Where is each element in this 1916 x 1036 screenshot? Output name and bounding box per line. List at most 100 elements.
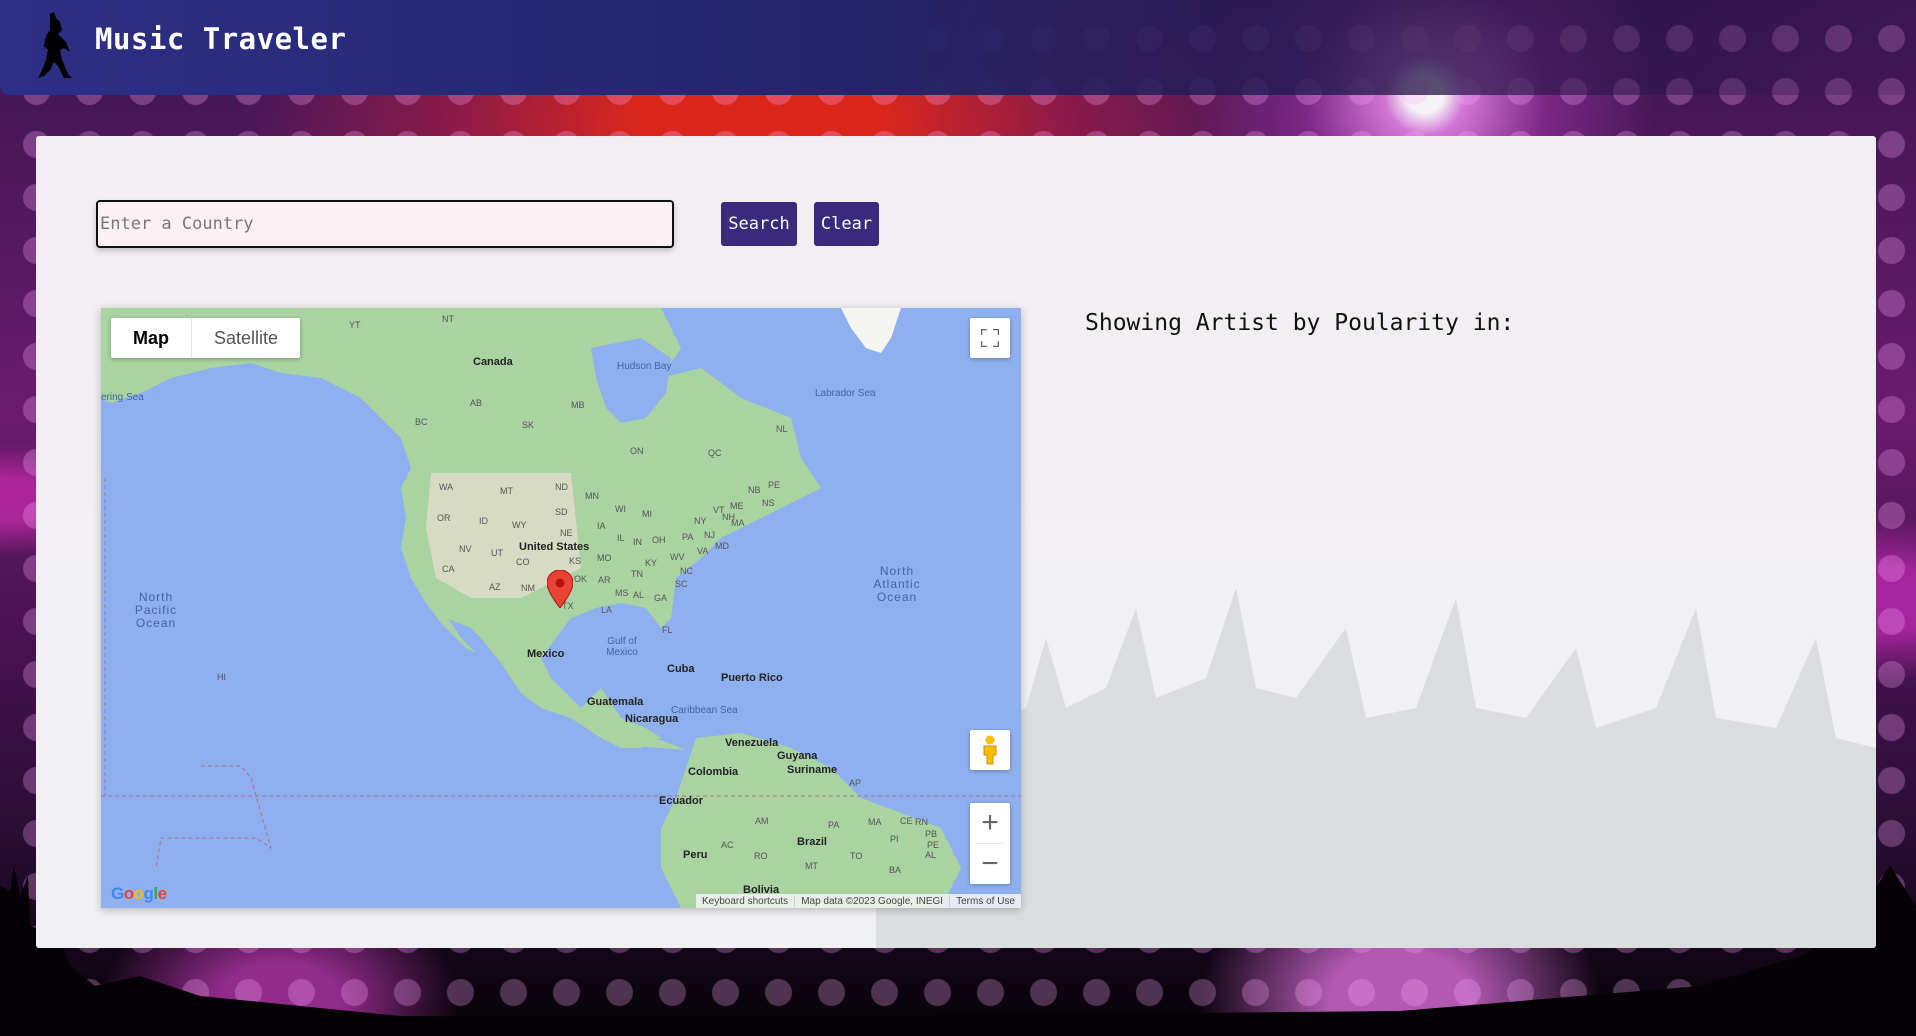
map-region-label: RO — [754, 851, 768, 861]
map-region-label: AC — [721, 840, 734, 850]
map-region-label: CE — [900, 816, 913, 826]
map-attribution: Keyboard shortcuts Map data ©2023 Google… — [696, 894, 1021, 908]
zoom-in-button[interactable]: + — [970, 803, 1010, 843]
results-heading: Showing Artist by Poularity in: — [1085, 310, 1515, 336]
map-region-label: NL — [776, 424, 788, 434]
google-map[interactable]: Canada United States Mexico Cuba Puerto … — [101, 308, 1021, 908]
map-region-label: NV — [459, 544, 472, 554]
map-region-label: AZ — [489, 582, 501, 592]
map-region-label: GA — [654, 593, 668, 603]
map-region-label: PA — [828, 820, 840, 830]
map-label-caribbean-sea: Caribbean Sea — [671, 705, 738, 716]
map-label-brazil: Brazil — [797, 836, 827, 848]
map-region-label: WY — [512, 520, 527, 530]
map-region-label: IL — [617, 533, 625, 543]
map-region-label: MD — [715, 541, 729, 551]
map-region-label: WV — [670, 552, 685, 562]
map-pin-icon[interactable] — [547, 570, 573, 608]
map-region-label: NY — [694, 516, 707, 526]
map-region-label: AR — [598, 575, 611, 585]
map-region-label: NE — [560, 528, 573, 538]
map-region-label: AM — [755, 816, 769, 826]
map-region-label: OH — [652, 535, 666, 545]
map-region-label: SC — [675, 579, 688, 589]
map-region-label: ID — [479, 516, 488, 526]
map-region-label: MA — [731, 518, 745, 528]
map-region-label: VA — [697, 546, 709, 556]
fullscreen-icon — [981, 329, 999, 347]
search-button[interactable]: Search — [721, 202, 797, 246]
map-region-label: BA — [889, 865, 902, 875]
map-region-label: LA — [601, 605, 613, 615]
map-data-text: Map data ©2023 Google, INEGI — [794, 895, 949, 907]
crowd-watermark — [876, 588, 1876, 948]
map-region-label: MT — [500, 486, 513, 496]
map-region-label: IA — [597, 521, 606, 531]
map-region-label: WA — [439, 482, 454, 492]
map-region-label: OR — [437, 513, 451, 523]
map-label-colombia: Colombia — [688, 766, 739, 778]
map-region-label: ME — [730, 501, 744, 511]
map-region-label: UT — [491, 548, 503, 558]
map-region-label: NT — [442, 314, 454, 324]
fullscreen-button[interactable] — [970, 318, 1010, 358]
map-region-label: TO — [850, 851, 863, 861]
map-region-label: IN — [633, 537, 642, 547]
country-search-input[interactable] — [96, 200, 674, 248]
map-label-puerto-rico: Puerto Rico — [721, 672, 783, 684]
map-region-label: NC — [680, 566, 693, 576]
google-logo[interactable]: Google — [111, 884, 167, 904]
map-region-label: MO — [597, 553, 612, 563]
map-region-label: CO — [516, 557, 530, 567]
map-label-guyana: Guyana — [777, 750, 818, 762]
main-panel: Search Clear Showing Artist by Poularity… — [36, 136, 1876, 948]
map-label-bering-sea: ering Sea — [101, 392, 144, 403]
map-type-control: Map Satellite — [111, 318, 301, 358]
map-region-label: OK — [574, 574, 588, 584]
map-region-label: MI — [642, 509, 652, 519]
map-region-label: SD — [555, 507, 568, 517]
map-region-label: MA — [868, 817, 882, 827]
map-label-north-pacific: North Pacific Ocean — [134, 590, 178, 630]
map-region-label: HI — [217, 672, 226, 682]
clear-button[interactable]: Clear — [814, 202, 879, 246]
map-label-suriname: Suriname — [787, 764, 838, 776]
map-label-venezuela: Venezuela — [725, 737, 779, 749]
map-region-label: CA — [442, 564, 455, 574]
street-view-pegman-icon — [983, 735, 997, 765]
map-region-label: PI — [890, 834, 899, 844]
map-region-label: AL — [633, 590, 645, 600]
map-type-satellite-button[interactable]: Satellite — [192, 318, 300, 358]
map-region-label: AP — [849, 778, 862, 788]
terms-of-use-link[interactable]: Terms of Use — [949, 895, 1021, 907]
map-region-label: MS — [615, 588, 629, 598]
zoom-out-button[interactable]: − — [970, 844, 1010, 884]
map-region-label: AB — [470, 398, 483, 408]
map-region-label: KS — [569, 556, 582, 566]
map-region-label: YT — [349, 320, 361, 330]
map-region-label: NM — [521, 583, 535, 593]
map-region-label: ND — [555, 482, 568, 492]
rock-musician-silhouette-icon — [38, 12, 72, 78]
map-type-map-button[interactable]: Map — [111, 318, 192, 358]
keyboard-shortcuts-link[interactable]: Keyboard shortcuts — [696, 896, 794, 907]
map-label-mexico: Mexico — [527, 648, 565, 660]
map-region-label: PE — [927, 840, 940, 850]
map-region-label: RN — [915, 817, 928, 827]
street-view-button[interactable] — [970, 730, 1010, 770]
map-label-north-atlantic: North Atlantic Ocean — [873, 564, 921, 604]
map-region-label: AL — [925, 850, 937, 860]
map-label-ecuador: Ecuador — [659, 795, 704, 807]
map-region-label: NS — [762, 498, 775, 508]
map-region-label: FL — [662, 625, 673, 635]
map-basemap — [101, 308, 1021, 908]
map-region-label: NB — [748, 485, 761, 495]
map-label-canada: Canada — [473, 356, 513, 368]
map-label-united-states: United States — [519, 541, 590, 553]
map-region-label: MB — [571, 400, 585, 410]
map-region-label: PA — [682, 532, 694, 542]
map-label-peru: Peru — [683, 849, 708, 861]
map-label-cuba: Cuba — [667, 663, 695, 675]
app-title: Music Traveler — [95, 22, 347, 56]
map-region-label: TN — [631, 569, 643, 579]
